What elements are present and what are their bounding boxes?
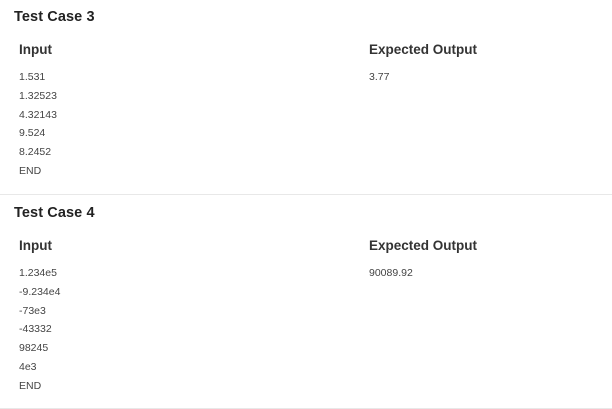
input-lines: 1.531 1.32523 4.32143 9.524 8.2452 END [19, 68, 57, 181]
test-case-title: Test Case 4 [14, 205, 95, 221]
expected-output-line: 3.77 [369, 71, 390, 83]
input-line: 98245 [19, 342, 49, 355]
input-header: Input [19, 42, 52, 57]
input-line: 9.524 [19, 127, 46, 140]
input-line: 4.32143 [19, 108, 57, 121]
test-case-3: Test Case 3 Input Expected Output 1.531 … [0, 0, 612, 195]
expected-output-lines: 90089.92 [369, 264, 413, 283]
test-case-title: Test Case 3 [14, 9, 95, 25]
input-line: END [19, 164, 42, 177]
input-line: -73e3 [19, 304, 46, 317]
input-line: 1.234e5 [19, 267, 57, 279]
input-lines: 1.234e5 -9.234e4 -73e3 -43332 98245 4e3 … [19, 264, 60, 396]
input-line: 1.531 [19, 71, 46, 83]
input-line: 4e3 [19, 360, 37, 373]
expected-output-line: 90089.92 [369, 267, 413, 279]
input-line: 1.32523 [19, 89, 57, 102]
input-header: Input [19, 238, 52, 253]
input-line: 8.2452 [19, 146, 52, 159]
input-line: -9.234e4 [19, 285, 61, 298]
expected-output-header: Expected Output [369, 238, 478, 253]
expected-output-lines: 3.77 [369, 68, 389, 87]
input-line: END [19, 379, 42, 392]
expected-output-header: Expected Output [369, 42, 478, 57]
test-case-4: Test Case 4 Input Expected Output 1.234e… [0, 195, 612, 409]
input-line: -43332 [19, 323, 52, 336]
